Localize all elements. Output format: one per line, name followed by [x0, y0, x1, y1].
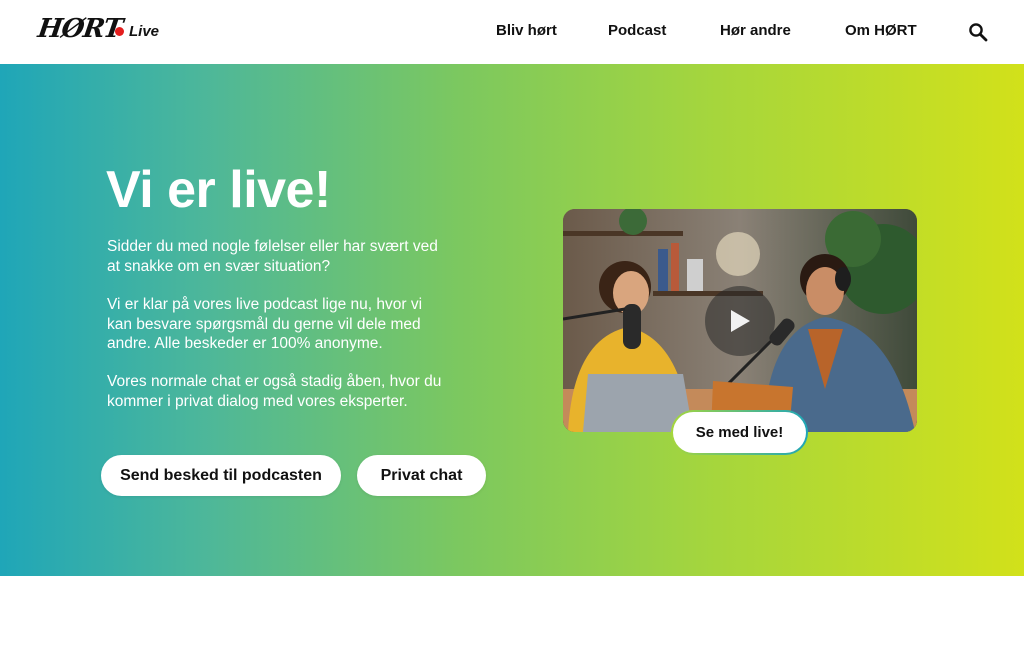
hort-logo[interactable]: HØRT	[36, 14, 124, 44]
live-video-thumbnail[interactable]	[563, 209, 917, 432]
hero-title: Vi er live!	[106, 161, 331, 219]
private-chat-button[interactable]: Privat chat	[357, 455, 486, 496]
play-button[interactable]	[705, 286, 775, 356]
hero-section: Vi er live! Sidder du med nogle følelser…	[0, 64, 1024, 576]
watch-live-button[interactable]: Se med live!	[671, 410, 808, 455]
hero-paragraph-1: Sidder du med nogle følelser eller har s…	[107, 238, 438, 275]
live-label: Live	[129, 23, 160, 40]
nav-podcast[interactable]: Podcast	[608, 22, 666, 39]
send-message-button[interactable]: Send besked til podcasten	[101, 455, 341, 496]
hero-paragraph-3: Vores normale chat er også stadig åben, …	[107, 373, 442, 410]
play-icon	[731, 310, 750, 332]
nav-bliv-hort[interactable]: Bliv hørt	[496, 22, 557, 39]
watch-live-label: Se med live!	[673, 412, 806, 453]
live-dot-icon	[115, 27, 124, 36]
search-icon[interactable]	[968, 22, 988, 42]
hero-paragraph-2: Vi er klar på vores live podcast lige nu…	[107, 296, 423, 352]
nav-hor-andre[interactable]: Hør andre	[720, 22, 791, 39]
live-indicator[interactable]: Live	[115, 23, 159, 40]
nav-om-hort[interactable]: Om HØRT	[845, 22, 917, 39]
site-header: HØRT Live Bliv hørt Podcast Hør andre Om…	[0, 0, 1024, 64]
